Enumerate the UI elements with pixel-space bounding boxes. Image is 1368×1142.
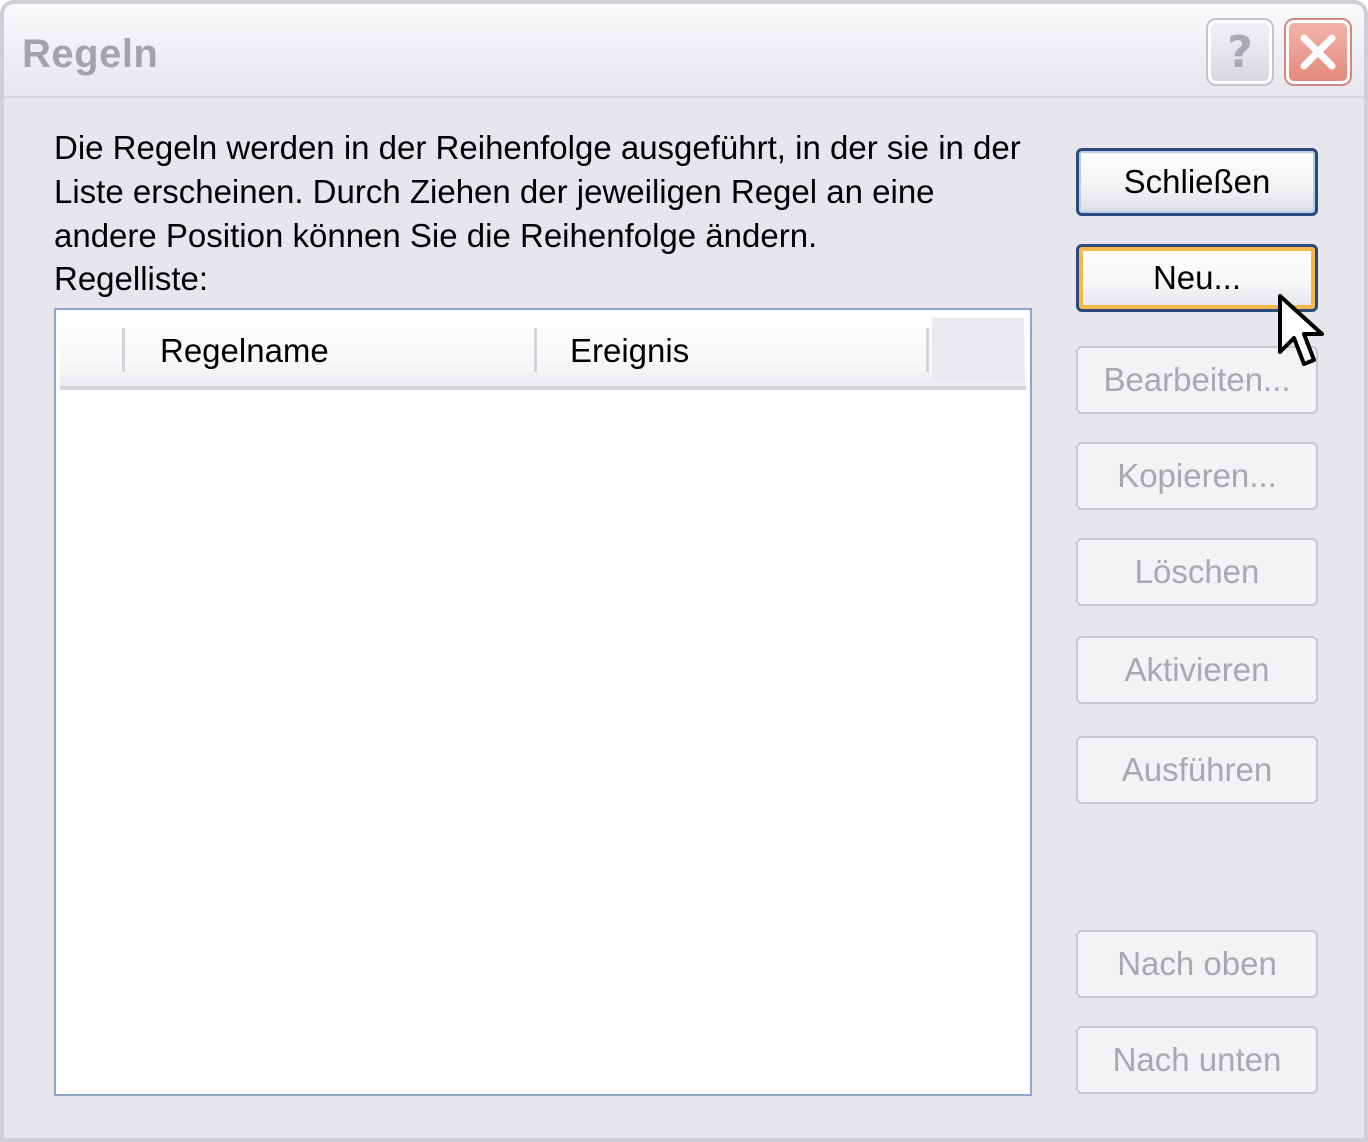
rules-dialog: Regeln ? Die Regeln werden in der Reihen…	[0, 0, 1368, 1142]
run-rule-button[interactable]: Ausführen	[1076, 736, 1318, 804]
copy-rule-button[interactable]: Kopieren...	[1076, 442, 1318, 510]
header-filler	[932, 318, 1024, 382]
activate-rule-button[interactable]: Aktivieren	[1076, 636, 1318, 704]
window-title: Regeln	[22, 32, 159, 76]
title-bar[interactable]: Regeln ?	[4, 4, 1364, 98]
move-down-button[interactable]: Nach unten	[1076, 1026, 1318, 1094]
column-separator[interactable]	[926, 328, 929, 372]
close-x-icon	[1300, 34, 1336, 70]
column-separator[interactable]	[122, 328, 125, 372]
help-icon: ?	[1227, 26, 1253, 78]
help-button[interactable]: ?	[1206, 18, 1274, 86]
rule-list[interactable]: Regelname Ereignis	[54, 308, 1032, 1096]
close-window-button[interactable]	[1284, 18, 1352, 86]
close-button[interactable]: Schließen	[1076, 148, 1318, 216]
column-header-rule-name[interactable]: Regelname	[160, 332, 329, 370]
rule-list-label: Regelliste:	[54, 260, 209, 297]
column-separator[interactable]	[534, 328, 537, 372]
delete-rule-button[interactable]: Löschen	[1076, 538, 1318, 606]
mouse-pointer-icon	[1278, 294, 1324, 366]
move-up-button[interactable]: Nach oben	[1076, 930, 1318, 998]
column-header-event[interactable]: Ereignis	[570, 332, 689, 370]
description-text: Die Regeln werden in der Reihenfolge aus…	[54, 129, 1021, 254]
rule-list-header: Regelname Ereignis	[60, 314, 1026, 390]
